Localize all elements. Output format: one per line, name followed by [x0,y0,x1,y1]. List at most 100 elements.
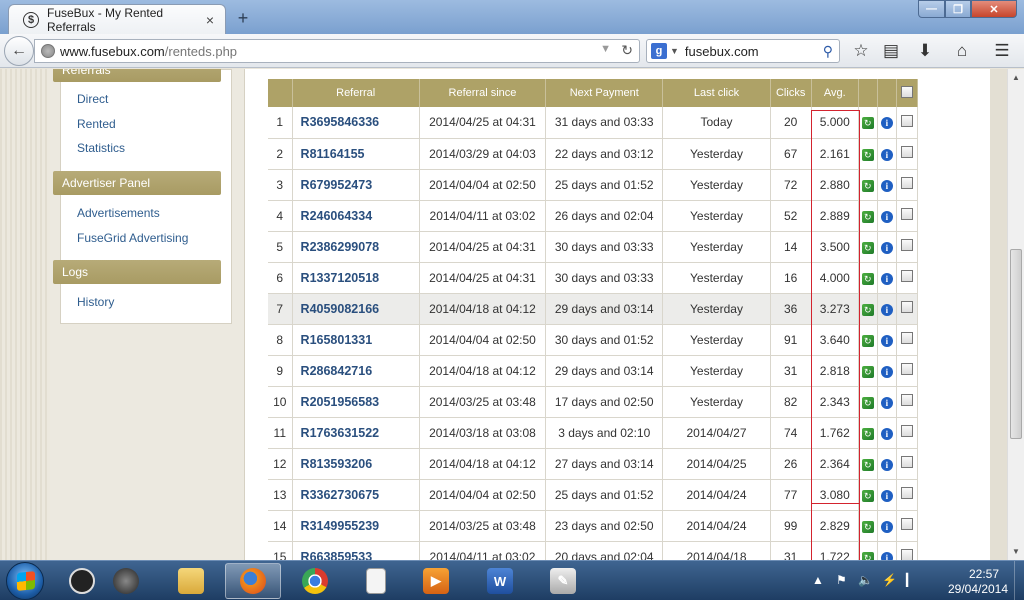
info-icon[interactable]: i [880,117,893,130]
row-checkbox[interactable] [900,487,913,499]
info-icon[interactable]: i [880,210,893,223]
referral-id-link[interactable]: R4059082166 [292,293,420,325]
recycle-icon[interactable]: ↻ [861,179,874,192]
search-bar[interactable]: g ▼ fusebux.com ⚲ [646,39,840,63]
recycle-icon[interactable]: ↻ [861,148,874,161]
back-button[interactable]: ← [4,36,34,66]
recycle-icon[interactable]: ↻ [861,334,874,347]
info-icon[interactable]: i [880,241,893,254]
row-checkbox[interactable] [900,146,913,158]
home-icon[interactable]: ⌂ [950,40,974,62]
header-select-all[interactable] [896,79,919,107]
recycle-icon[interactable]: ↻ [861,272,874,285]
show-hidden-icons-icon[interactable]: ▲ [812,573,824,587]
referral-id-link[interactable]: R2386299078 [292,231,420,263]
taskbar-chrome[interactable] [287,563,343,599]
recycle-icon[interactable]: ↻ [861,365,874,378]
bookmark-star-icon[interactable]: ☆ [849,40,873,62]
row-checkbox[interactable] [900,332,913,344]
action-center-flag-icon[interactable]: ⚑ [836,573,847,587]
search-engine-dropdown-icon[interactable]: ▼ [670,46,679,56]
sidebar-item-rented[interactable]: Rented [77,117,116,131]
recycle-icon[interactable]: ↻ [861,241,874,254]
sidebar-item-fusegrid-advertising[interactable]: FuseGrid Advertising [77,231,188,245]
referral-id-link[interactable]: R1337120518 [292,262,420,294]
start-button[interactable] [6,562,44,600]
header-referral-since[interactable]: Referral since [419,79,547,107]
header-average[interactable]: Avg. [811,79,859,107]
referral-id-link[interactable]: R679952473 [292,169,420,201]
recycle-icon[interactable]: ↻ [861,427,874,440]
row-checkbox[interactable] [900,270,913,282]
referral-id-link[interactable]: R663859533 [292,541,420,560]
info-icon[interactable]: i [880,179,893,192]
volume-icon[interactable]: 🔈 [858,573,873,587]
info-icon[interactable]: i [880,458,893,471]
sidebar-item-direct[interactable]: Direct [77,92,108,106]
reload-icon[interactable]: ↻ [621,42,633,59]
show-desktop-button[interactable] [1014,561,1024,600]
recycle-icon[interactable]: ↻ [861,551,874,560]
info-icon[interactable]: i [880,365,893,378]
tab-close-icon[interactable]: × [201,12,219,28]
menu-icon[interactable]: ☰ [990,40,1014,62]
taskbar-document[interactable] [348,563,404,599]
sidebar-item-advertisements[interactable]: Advertisements [77,206,160,220]
referral-id-link[interactable]: R81164155 [292,138,420,170]
row-checkbox[interactable] [900,114,913,127]
recycle-icon[interactable]: ↻ [861,117,874,130]
header-referral[interactable]: Referral [292,79,420,107]
row-checkbox[interactable] [900,208,913,220]
sidebar-item-statistics[interactable]: Statistics [77,141,125,155]
search-icon[interactable]: ⚲ [823,43,833,60]
url-dropdown-icon[interactable]: ▼ [600,43,611,55]
taskbar-file-explorer[interactable] [163,563,219,599]
recycle-icon[interactable]: ↻ [861,458,874,471]
taskbar-paint[interactable]: ✎ [535,563,591,599]
referral-id-link[interactable]: R813593206 [292,448,420,480]
row-checkbox[interactable] [900,456,913,468]
referral-id-link[interactable]: R286842716 [292,355,420,387]
power-icon[interactable]: ⚡ [882,573,897,587]
scroll-up-arrow-icon[interactable]: ▲ [1008,69,1024,86]
info-icon[interactable]: i [880,520,893,533]
url-bar[interactable]: www.fusebux.com/renteds.php ▼ ↻ [34,39,640,63]
referral-id-link[interactable]: R2051956583 [292,386,420,418]
info-icon[interactable]: i [880,551,893,560]
row-checkbox[interactable] [900,239,913,251]
taskbar-firefox[interactable] [225,563,281,599]
clock-date[interactable]: 29/04/2014 [942,582,1014,596]
row-checkbox[interactable] [900,363,913,375]
row-checkbox[interactable] [900,301,913,313]
referral-id-link[interactable]: R1763631522 [292,417,420,449]
row-checkbox[interactable] [900,549,913,560]
header-clicks[interactable]: Clicks [770,79,812,107]
maximize-button[interactable]: ❐ [945,0,971,18]
info-icon[interactable]: i [880,303,893,316]
referral-id-link[interactable]: R3149955239 [292,510,420,542]
recycle-icon[interactable]: ↻ [861,520,874,533]
sidebar-item-history[interactable]: History [77,295,114,309]
close-window-button[interactable]: ✕ [971,0,1017,18]
select-all-checkbox[interactable] [900,85,913,98]
info-icon[interactable]: i [880,489,893,502]
scroll-down-arrow-icon[interactable]: ▼ [1008,543,1024,560]
bookmarks-list-icon[interactable]: ▤ [879,40,903,62]
referral-id-link[interactable]: R165801331 [292,324,420,356]
clock-time[interactable]: 22:57 [956,567,1012,581]
info-icon[interactable]: i [880,148,893,161]
row-checkbox[interactable] [900,394,913,406]
info-icon[interactable]: i [880,334,893,347]
taskbar-word[interactable]: W [472,563,528,599]
referral-id-link[interactable]: R246064334 [292,200,420,232]
downloads-icon[interactable]: ⬇ [913,40,937,62]
recycle-icon[interactable]: ↻ [861,210,874,223]
new-tab-button[interactable]: + [232,7,254,29]
minimize-button[interactable]: — [918,0,945,18]
google-icon[interactable]: g [651,43,667,59]
browser-tab[interactable]: $ FuseBux - My Rented Referrals × [8,4,226,34]
row-checkbox[interactable] [900,177,913,189]
recycle-icon[interactable]: ↻ [861,303,874,316]
row-checkbox[interactable] [900,425,913,437]
referral-id-link[interactable]: R3695846336 [292,107,420,139]
